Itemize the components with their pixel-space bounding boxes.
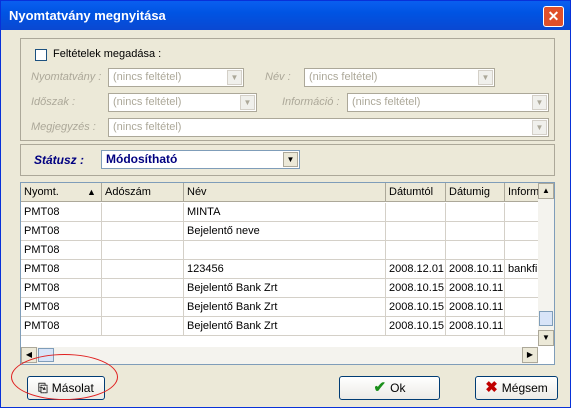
table-cell-datumtol bbox=[386, 222, 446, 241]
table-cell-adoszam bbox=[102, 241, 184, 260]
table-cell-info: bankfi bbox=[505, 260, 539, 279]
column-header-nev[interactable]: Név bbox=[184, 183, 386, 202]
chevron-down-icon: ▼ bbox=[532, 120, 547, 135]
nyomtatvany-select[interactable]: (nincs feltétel) ▼ bbox=[108, 68, 244, 87]
vertical-scrollbar[interactable]: ▲ ▼ bbox=[538, 183, 554, 346]
chevron-down-icon: ▼ bbox=[478, 70, 493, 85]
chevron-down-icon: ▼ bbox=[227, 70, 242, 85]
table-cell-datumtol: 2008.10.15 bbox=[386, 317, 446, 336]
table-cell-adoszam bbox=[102, 298, 184, 317]
table-cell-adoszam bbox=[102, 279, 184, 298]
table-cell-nev: Bejelentő Bank Zrt bbox=[184, 298, 386, 317]
table-cell-info bbox=[505, 279, 539, 298]
table-cell-nev: Bejelentő Bank Zrt bbox=[184, 317, 386, 336]
table-cell-info bbox=[505, 317, 539, 336]
table-cell-nyomt: PMT08 bbox=[21, 222, 102, 241]
column-header-datumtol[interactable]: Dátumtól bbox=[386, 183, 446, 202]
filter-checkbox[interactable] bbox=[35, 49, 47, 61]
title-bar[interactable]: Nyomtatvány megnyitása ✕ bbox=[1, 1, 570, 30]
chevron-down-icon: ▼ bbox=[283, 152, 298, 167]
close-icon[interactable]: ✕ bbox=[543, 6, 564, 27]
informacio-select[interactable]: (nincs feltétel) ▼ bbox=[347, 93, 549, 112]
idoszak-select[interactable]: (nincs feltétel) ▼ bbox=[108, 93, 257, 112]
megjegyzes-label: Megjegyzés : bbox=[31, 121, 96, 133]
table-cell-datumig bbox=[446, 222, 505, 241]
cancel-x-icon: ✖ bbox=[485, 379, 498, 396]
table-cell-nev: MINTA bbox=[184, 203, 386, 222]
horizontal-scrollbar[interactable]: ◀ ▶ bbox=[21, 347, 538, 364]
megjegyzes-select[interactable]: (nincs feltétel) ▼ bbox=[108, 118, 549, 137]
table-cell-datumtol bbox=[386, 241, 446, 260]
table-cell-info bbox=[505, 222, 539, 241]
table-cell-datumtol: 2008.10.15 bbox=[386, 298, 446, 317]
table-cell-nyomt: PMT08 bbox=[21, 260, 102, 279]
table-cell-datumig: 2008.10.11 bbox=[446, 317, 505, 336]
horizontal-scroll-thumb[interactable] bbox=[38, 348, 54, 362]
copy-icon: ⎘ bbox=[38, 381, 48, 395]
table-cell-datumig: 2008.10.11 bbox=[446, 260, 505, 279]
nev-label: Név : bbox=[265, 71, 291, 83]
table-cell-datumig: 2008.10.11 bbox=[446, 298, 505, 317]
column-header-info[interactable]: Informá bbox=[505, 183, 539, 202]
chevron-down-icon: ▼ bbox=[532, 95, 547, 110]
table-cell-datumig bbox=[446, 241, 505, 260]
column-header-adoszam[interactable]: Adószám bbox=[102, 183, 184, 202]
scroll-left-icon[interactable]: ◀ bbox=[21, 347, 37, 363]
vertical-scroll-thumb[interactable] bbox=[539, 311, 553, 326]
table-cell-nyomt: PMT08 bbox=[21, 241, 102, 260]
table-cell-adoszam bbox=[102, 317, 184, 336]
table-cell-nev: Bejelentő neve bbox=[184, 222, 386, 241]
table-cell-nev bbox=[184, 241, 386, 260]
table-cell-nyomt: PMT08 bbox=[21, 203, 102, 222]
table-cell-nev: Bejelentő Bank Zrt bbox=[184, 279, 386, 298]
nev-select[interactable]: (nincs feltétel) ▼ bbox=[304, 68, 495, 87]
table-cell-nev: 123456 bbox=[184, 260, 386, 279]
nyomtatvany-label: Nyomtatvány : bbox=[31, 71, 102, 83]
table-cell-adoszam bbox=[102, 222, 184, 241]
forms-table[interactable]: Nyomt. ▲ Adószám Név Dátumtól Dátumig In… bbox=[20, 182, 555, 365]
scroll-up-icon[interactable]: ▲ bbox=[538, 183, 554, 199]
status-label: Státusz : bbox=[34, 153, 85, 167]
window-title: Nyomtatvány megnyitása bbox=[9, 8, 166, 23]
column-header-datumig[interactable]: Dátumig bbox=[446, 183, 505, 202]
dialog-window: Nyomtatvány megnyitása ✕ Feltételek mega… bbox=[0, 0, 571, 408]
table-cell-datumtol bbox=[386, 203, 446, 222]
cancel-button[interactable]: ✖ Mégsem bbox=[475, 376, 558, 400]
column-header-nyomt[interactable]: Nyomt. ▲ bbox=[21, 183, 102, 202]
table-cell-info bbox=[505, 298, 539, 317]
table-cell-datumig: 2008.10.11 bbox=[446, 279, 505, 298]
chevron-down-icon: ▼ bbox=[240, 95, 255, 110]
checkmark-icon: ✔ bbox=[373, 379, 387, 396]
status-select[interactable]: Módosítható ▼ bbox=[101, 150, 300, 169]
table-cell-nyomt: PMT08 bbox=[21, 298, 102, 317]
table-cell-info bbox=[505, 241, 539, 260]
sort-ascending-icon: ▲ bbox=[87, 187, 96, 197]
idoszak-label: Időszak : bbox=[31, 96, 76, 108]
ok-button[interactable]: ✔ Ok bbox=[339, 376, 440, 400]
table-cell-nyomt: PMT08 bbox=[21, 317, 102, 336]
table-cell-adoszam bbox=[102, 203, 184, 222]
filter-checkbox-label: Feltételek megadása : bbox=[53, 48, 162, 60]
scroll-right-icon[interactable]: ▶ bbox=[522, 347, 538, 363]
copy-button[interactable]: ⎘ Másolat bbox=[27, 376, 105, 400]
scroll-down-icon[interactable]: ▼ bbox=[538, 330, 554, 346]
table-cell-info bbox=[505, 203, 539, 222]
table-cell-adoszam bbox=[102, 260, 184, 279]
table-cell-nyomt: PMT08 bbox=[21, 279, 102, 298]
table-cell-datumtol: 2008.12.01 bbox=[386, 260, 446, 279]
table-cell-datumig bbox=[446, 203, 505, 222]
table-cell-datumtol: 2008.10.15 bbox=[386, 279, 446, 298]
informacio-label: Információ : bbox=[282, 96, 340, 108]
